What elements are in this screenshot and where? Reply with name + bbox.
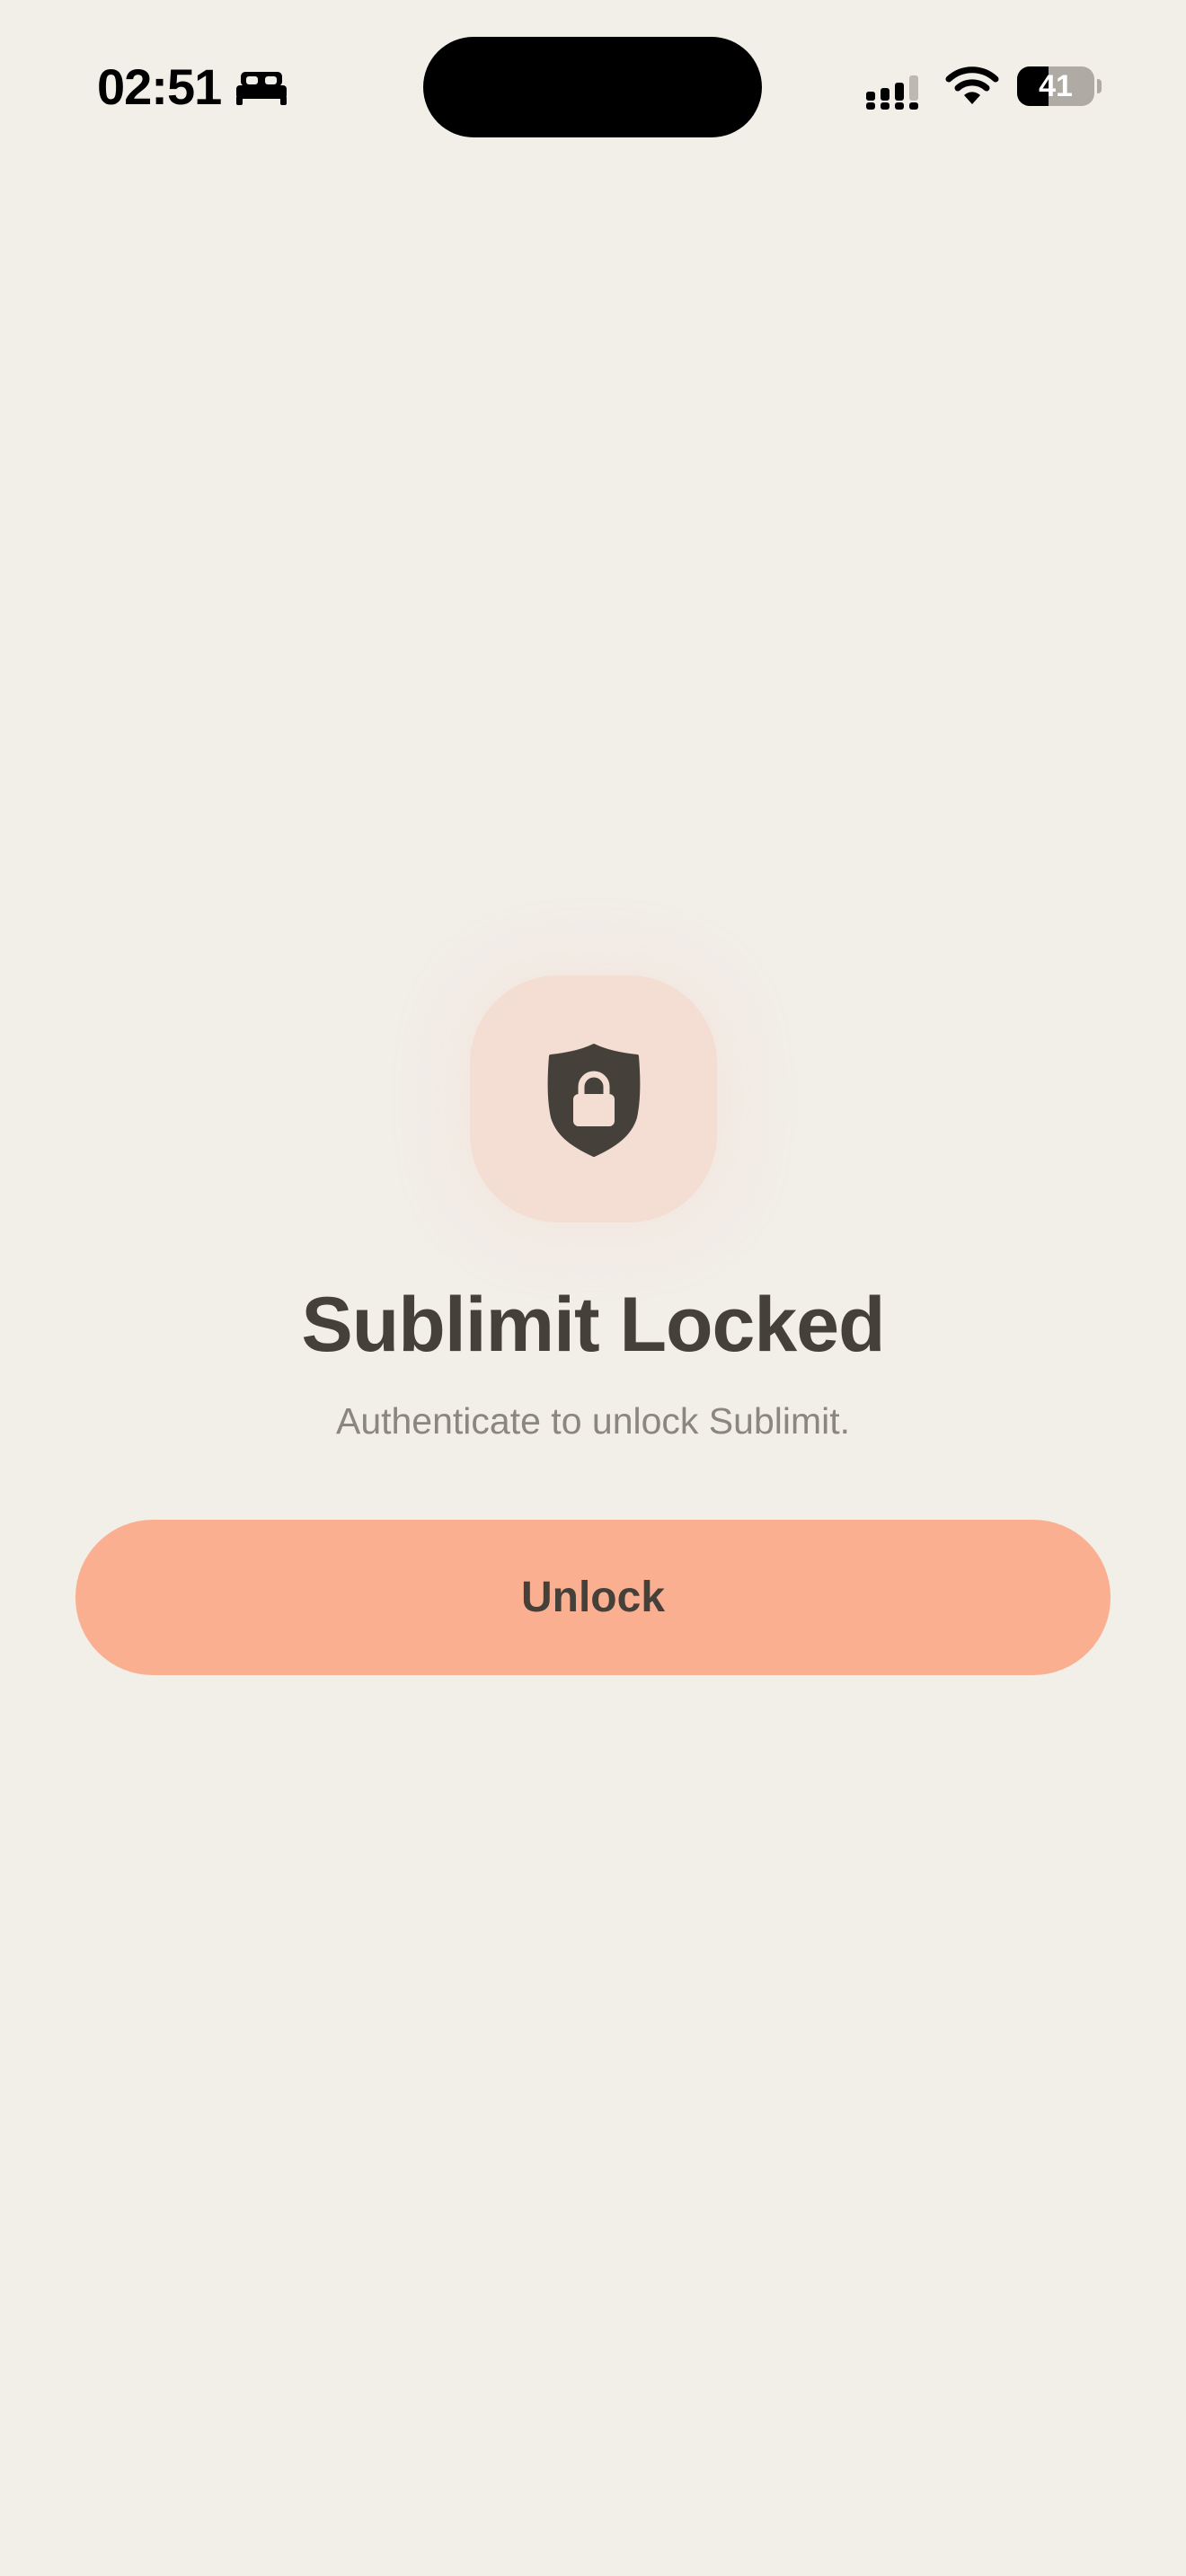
battery-level: 41 (1039, 69, 1073, 103)
battery-indicator: 41 (1017, 66, 1102, 106)
cellular-signal-icon (866, 75, 918, 110)
shield-lock-icon (547, 1044, 641, 1157)
battery-cap (1097, 79, 1102, 93)
wifi-icon (945, 66, 999, 104)
bed-icon (236, 72, 287, 105)
dynamic-island (423, 37, 762, 137)
status-time: 02:51 (97, 58, 222, 115)
battery-body: 41 (1017, 66, 1094, 106)
status-bar: 02:51 41 (0, 0, 1186, 171)
lock-badge (470, 975, 717, 1222)
unlock-button[interactable]: Unlock (75, 1520, 1111, 1675)
lock-subtitle: Authenticate to unlock Sublimit. (335, 1400, 851, 1442)
lock-title: Sublimit Locked (301, 1282, 885, 1368)
